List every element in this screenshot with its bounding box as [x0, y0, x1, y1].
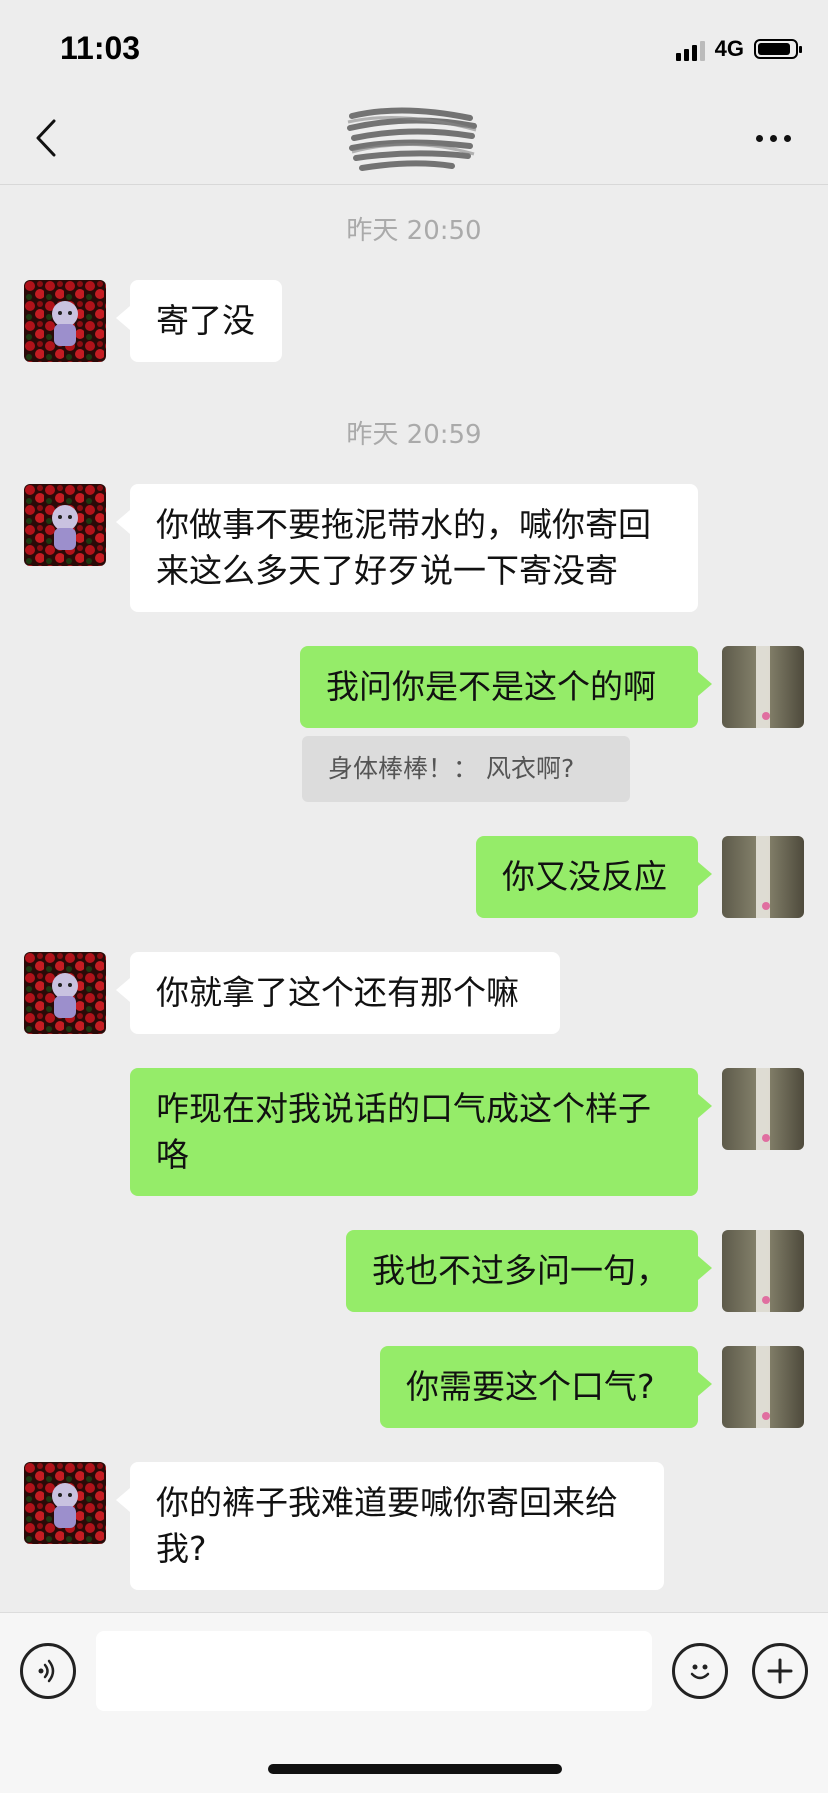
- contact-avatar[interactable]: [24, 1462, 106, 1544]
- sent-message-bubble[interactable]: 咋现在对我说话的口气成这个样子咯: [130, 1068, 712, 1196]
- sent-message-bubble[interactable]: 我也不过多问一句，: [346, 1230, 712, 1312]
- contact-avatar[interactable]: [24, 280, 106, 362]
- sent-message-bubble[interactable]: 你又没反应: [476, 836, 712, 918]
- contact-avatar[interactable]: [24, 952, 106, 1034]
- emoji-icon: [690, 1664, 710, 1680]
- plus-icon: [767, 1658, 793, 1684]
- more-actions-button[interactable]: [752, 1643, 808, 1699]
- battery-icon: [754, 39, 802, 59]
- status-bar: 11:03 4G: [0, 0, 828, 96]
- received-message-bubble[interactable]: 寄了没: [116, 280, 282, 362]
- received-message-bubble[interactable]: 你就拿了这个还有那个嘛: [116, 952, 560, 1034]
- voice-icon: [38, 1659, 55, 1683]
- network-label: 4G: [714, 36, 744, 61]
- signal-icon: [675, 37, 705, 61]
- timestamp: 昨天 20:50: [346, 216, 482, 246]
- home-indicator[interactable]: [268, 1764, 562, 1774]
- message-input[interactable]: [96, 1631, 652, 1711]
- received-message-bubble[interactable]: 你做事不要拖泥带水的，喊你寄回来这么多天了好歹说一下寄没寄: [116, 484, 698, 612]
- contact-avatar[interactable]: [24, 484, 106, 566]
- chat-title-obscured: [342, 96, 482, 180]
- chevron-left-icon: [36, 119, 56, 157]
- self-avatar[interactable]: [722, 1346, 804, 1428]
- back-button[interactable]: [24, 116, 68, 160]
- status-time: 11:03: [60, 30, 141, 66]
- received-message-bubble[interactable]: 你的裤子我难道要喊你寄回来给我?: [116, 1462, 664, 1590]
- more-dots-icon: [755, 134, 763, 142]
- self-avatar[interactable]: [722, 1230, 804, 1312]
- sent-message-bubble[interactable]: 我问你是不是这个的啊: [300, 646, 712, 728]
- sent-message-bubble[interactable]: 你需要这个口气?: [380, 1346, 712, 1428]
- self-avatar[interactable]: [722, 1068, 804, 1150]
- status-indicators: 4G: [675, 36, 802, 62]
- quoted-reply[interactable]: 身体棒棒！： 风衣啊?: [302, 736, 630, 802]
- more-options-button[interactable]: [748, 118, 798, 158]
- timestamp: 昨天 20:59: [346, 420, 482, 450]
- self-avatar[interactable]: [722, 646, 804, 728]
- chat-header: [0, 96, 828, 185]
- emoji-button[interactable]: [672, 1643, 728, 1699]
- voice-button[interactable]: [20, 1643, 76, 1699]
- self-avatar[interactable]: [722, 836, 804, 918]
